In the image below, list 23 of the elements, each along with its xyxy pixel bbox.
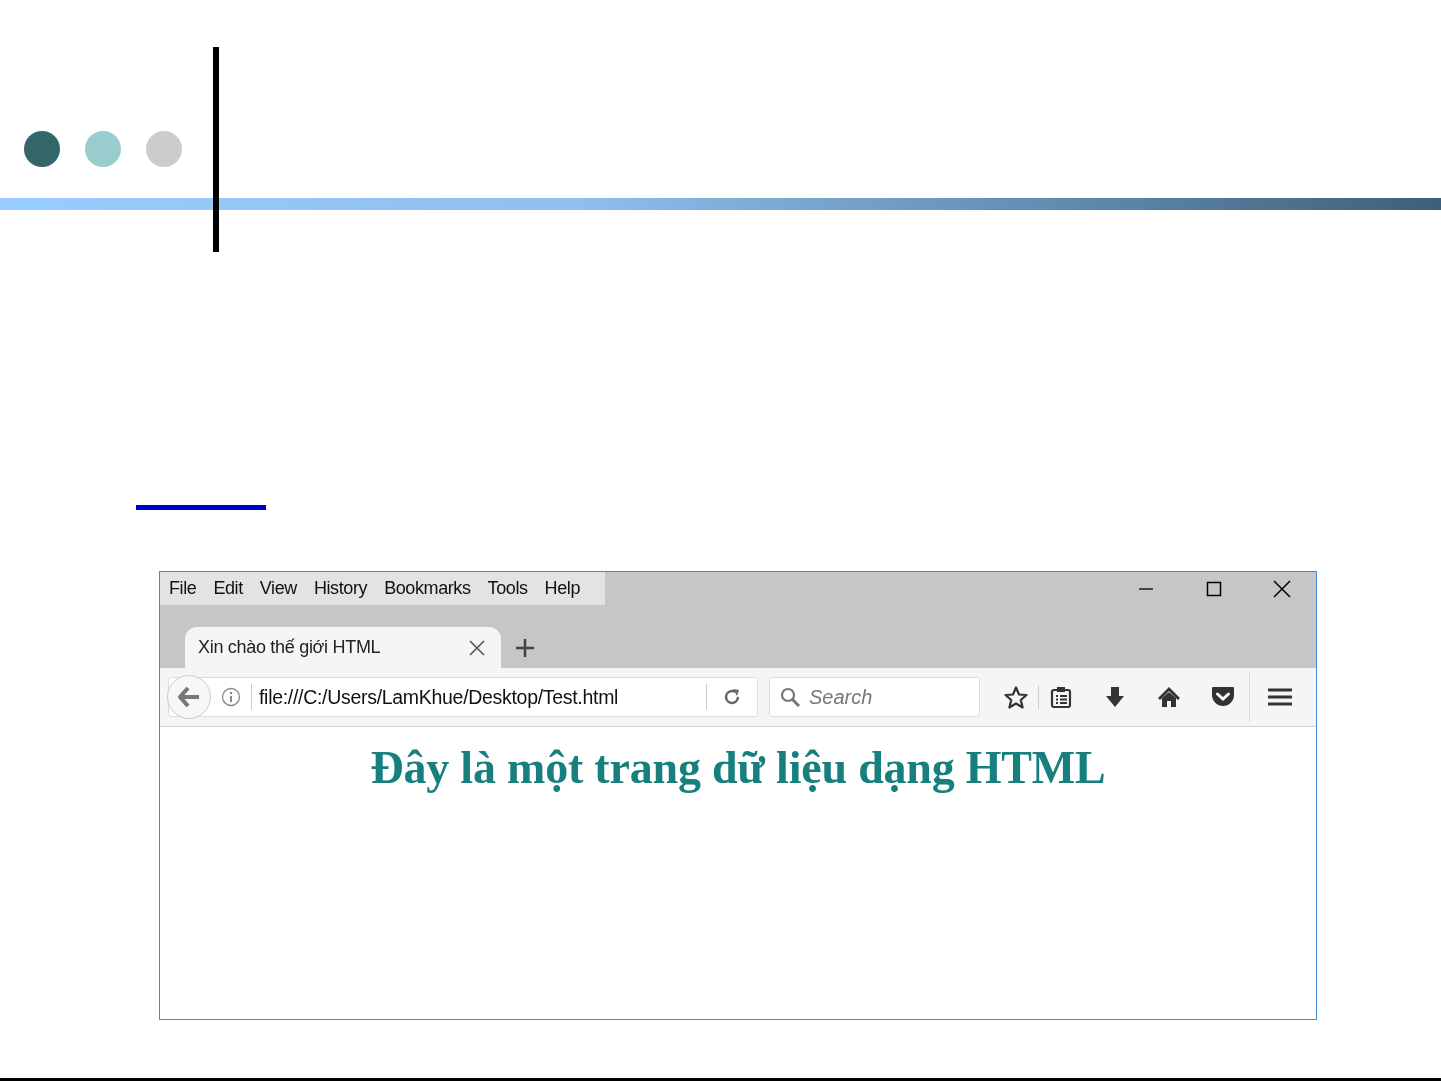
search-field[interactable]: Search bbox=[769, 677, 980, 717]
search-icon bbox=[780, 687, 800, 707]
browser-tab[interactable]: Xin chào thế giới HTML bbox=[185, 627, 501, 668]
url-text: file:///C:/Users/LamKhue/Desktop/Test.html bbox=[251, 684, 706, 710]
search-placeholder: Search bbox=[809, 685, 873, 709]
menu-item[interactable]: History bbox=[313, 578, 376, 599]
new-tab-icon[interactable] bbox=[515, 638, 535, 658]
close-icon[interactable] bbox=[1273, 579, 1291, 598]
close-tab-icon[interactable] bbox=[469, 639, 485, 656]
back-button[interactable] bbox=[167, 675, 211, 719]
tab-title: Xin chào thế giới HTML bbox=[198, 637, 381, 658]
info-icon[interactable] bbox=[221, 687, 241, 707]
address-bar[interactable]: file:///C:/Users/LamKhue/Desktop/Test.html bbox=[168, 677, 758, 717]
menu-item[interactable]: Edit bbox=[213, 578, 251, 599]
menu-item[interactable]: Bookmarks bbox=[384, 578, 479, 599]
page-heading: Đây là một trang dữ liệu dạng HTML bbox=[370, 741, 1106, 794]
reload-icon[interactable] bbox=[723, 688, 741, 706]
back-arrow-icon[interactable] bbox=[178, 687, 200, 707]
menu-item[interactable]: Help bbox=[544, 578, 589, 599]
menu-item[interactable]: Tools bbox=[487, 578, 536, 599]
menu-item[interactable]: File bbox=[169, 578, 205, 599]
maximize-icon[interactable] bbox=[1206, 580, 1222, 597]
menu-item[interactable]: View bbox=[259, 578, 305, 599]
